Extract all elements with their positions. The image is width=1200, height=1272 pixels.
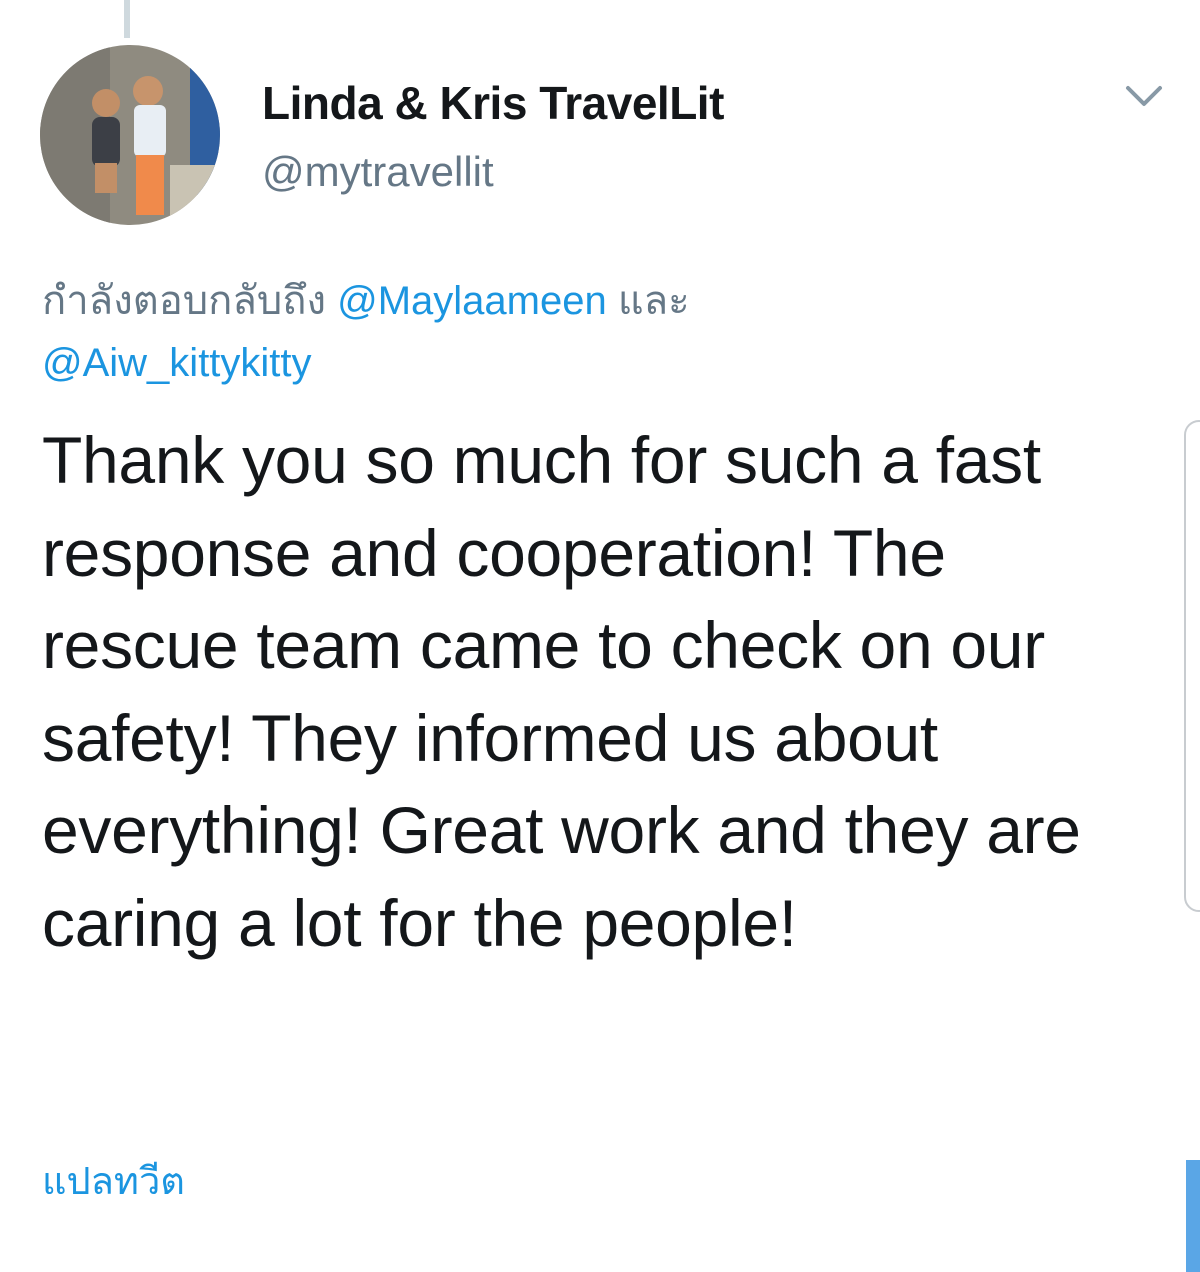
tweet-card: Linda & Kris TravelLit @mytravellit กำลั… — [0, 0, 1200, 1272]
translate-tweet-link[interactable]: แปลทวีต — [42, 1150, 185, 1211]
reply-prefix: กำลังตอบกลับถึง — [42, 279, 326, 323]
reply-context: กำลังตอบกลับถึง @Maylaameen และ @Aiw_kit… — [42, 270, 922, 394]
reply-joiner: และ — [617, 279, 690, 323]
chevron-down-icon[interactable] — [1122, 78, 1166, 114]
avatar[interactable] — [40, 45, 220, 225]
tweet-text: Thank you so much for such a fast respon… — [42, 423, 1081, 960]
scrollbar-track[interactable] — [1184, 420, 1200, 912]
author-name[interactable]: Linda & Kris TravelLit — [262, 76, 724, 130]
scrollbar-thumb[interactable] — [1186, 1160, 1200, 1272]
author-handle[interactable]: @mytravellit — [262, 148, 494, 196]
thread-connector-line — [124, 0, 130, 38]
mention-link[interactable]: @Aiw_kittykitty — [42, 341, 312, 385]
mention-link[interactable]: @Maylaameen — [337, 279, 607, 323]
profile-photo-icon — [40, 45, 220, 225]
